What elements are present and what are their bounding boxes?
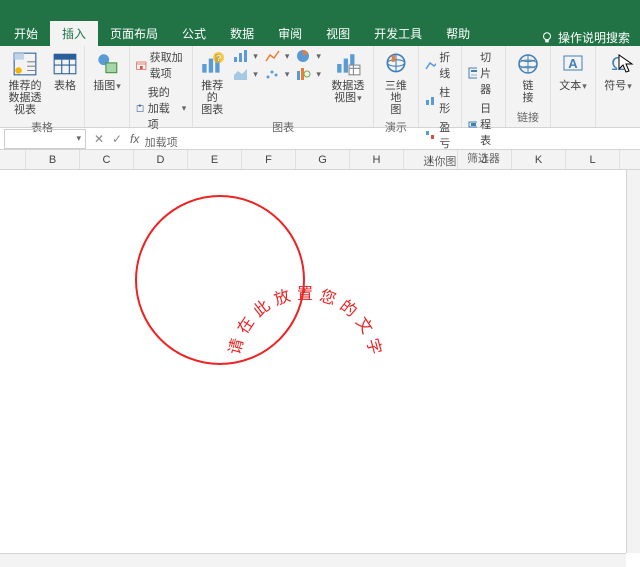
chart-type-line[interactable]: ▾ [263, 48, 292, 64]
pivot-icon [12, 51, 38, 77]
bulb-icon [540, 31, 554, 45]
3d-map-button[interactable]: 三维地 图 [378, 48, 414, 118]
col-header[interactable]: L [566, 150, 620, 169]
col-header[interactable]: D [134, 150, 188, 169]
tab-data[interactable]: 数据 [218, 21, 266, 46]
pivot-chart-icon [335, 51, 361, 77]
column-headers: B C D E F G H I J K L [0, 150, 640, 170]
col-header[interactable]: C [80, 150, 134, 169]
tab-review[interactable]: 审阅 [266, 21, 314, 46]
slicer-icon [468, 67, 477, 79]
col-header[interactable]: I [404, 150, 458, 169]
text-button[interactable]: A 文本▾ [555, 48, 591, 94]
group-label-charts: 图表 [197, 118, 369, 137]
store-icon [136, 60, 147, 71]
globe-icon [383, 51, 409, 77]
table-icon [52, 51, 78, 77]
recommended-pivot-button[interactable]: 推荐的 数据透视表 [4, 48, 46, 118]
timeline-button[interactable]: 日程表 [466, 99, 501, 149]
shapes-icon [94, 51, 120, 77]
spark-wl-icon [425, 129, 436, 141]
group-label-map: 演示 [378, 118, 414, 137]
svg-text:A: A [568, 56, 578, 71]
tab-layout[interactable]: 页面布局 [98, 21, 170, 46]
ribbon: 推荐的 数据透视表 表格 表格 插图▾ 获取加载项 [0, 46, 640, 128]
enter-icon[interactable]: ✓ [108, 132, 126, 146]
fx-icon[interactable]: fx [126, 132, 143, 146]
get-addins-button[interactable]: 获取加载项 [134, 48, 188, 82]
tab-insert[interactable]: 插入 [50, 21, 98, 46]
timeline-icon [468, 118, 477, 130]
table-button[interactable]: 表格 [50, 48, 80, 94]
line-chart-icon [265, 49, 281, 63]
chart-recommend-icon: ? [199, 51, 225, 77]
tab-formulas[interactable]: 公式 [170, 21, 218, 46]
tab-home[interactable]: 开始 [2, 21, 50, 46]
my-addins-button[interactable]: 我的加载项▾ [134, 83, 188, 133]
chart-type-more[interactable]: ▾ [294, 66, 323, 82]
col-header[interactable]: E [188, 150, 242, 169]
chart-type-pie[interactable]: ▾ [294, 48, 323, 64]
chart-type-scatter[interactable]: ▾ [263, 66, 292, 82]
bar-chart-icon [233, 49, 249, 63]
more-chart-icon [296, 67, 312, 81]
omega-icon: Ω [606, 52, 630, 76]
chart-type-bar[interactable]: ▾ [231, 48, 260, 64]
tab-view[interactable]: 视图 [314, 21, 362, 46]
sparkline-winloss-button[interactable]: 盈亏 [423, 118, 457, 152]
select-all-corner[interactable] [0, 150, 26, 169]
svg-text:?: ? [216, 53, 221, 63]
svg-text:Ω: Ω [611, 54, 624, 74]
recommended-charts-button[interactable]: ? 推荐的 图表 [197, 48, 227, 118]
pivot-chart-button[interactable]: 数据透视图▾ [327, 48, 369, 106]
slicer-button[interactable]: 切片器 [466, 48, 501, 98]
ribbon-tabs: 开始 插入 页面布局 公式 数据 审阅 视图 开发工具 帮助 操作说明搜索 [0, 22, 640, 46]
col-header[interactable]: K [512, 150, 566, 169]
tab-dev[interactable]: 开发工具 [362, 21, 434, 46]
cancel-icon[interactable]: ✕ [90, 132, 108, 146]
wordart-arc-text[interactable]: 请在此放置您的文字 [135, 195, 305, 365]
col-header[interactable]: H [350, 150, 404, 169]
horizontal-scrollbar[interactable] [0, 553, 626, 567]
spark-line-icon [425, 59, 436, 71]
col-header[interactable]: J [458, 150, 512, 169]
link-icon [516, 52, 540, 76]
chart-type-area[interactable]: ▾ [231, 66, 260, 82]
col-header[interactable]: G [296, 150, 350, 169]
spark-col-icon [425, 94, 436, 106]
name-box[interactable]: ▾ [4, 129, 86, 149]
symbol-button[interactable]: Ω 符号▾ [600, 48, 636, 94]
sparkline-column-button[interactable]: 柱形 [423, 83, 457, 117]
scatter-chart-icon [265, 67, 281, 81]
col-header[interactable]: F [242, 150, 296, 169]
area-chart-icon [233, 67, 249, 81]
pie-chart-icon [296, 49, 312, 63]
vertical-scrollbar[interactable] [626, 170, 640, 553]
illustrations-button[interactable]: 插图▾ [89, 48, 125, 94]
textbox-icon: A [561, 52, 585, 76]
link-button[interactable]: 链 接 [510, 48, 546, 106]
tab-help[interactable]: 帮助 [434, 21, 482, 46]
sparkline-line-button[interactable]: 折线 [423, 48, 457, 82]
group-label-link: 链接 [510, 108, 546, 127]
puzzle-icon [136, 104, 145, 113]
tell-me-search[interactable]: 操作说明搜索 [530, 29, 640, 46]
col-header[interactable]: B [26, 150, 80, 169]
worksheet-area[interactable]: 请在此放置您的文字 [0, 170, 640, 566]
